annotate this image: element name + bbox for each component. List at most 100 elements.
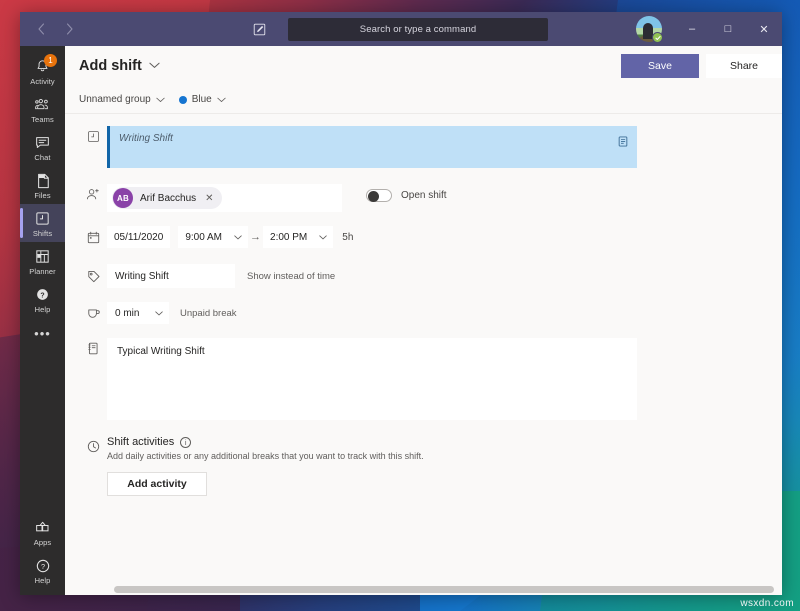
page-title: Add shift bbox=[79, 58, 142, 74]
assignee-input[interactable]: AB Arif Bacchus ✕ bbox=[107, 184, 342, 212]
row-spacer bbox=[65, 420, 782, 436]
minimize-button[interactable]: – bbox=[674, 12, 710, 46]
svg-text:?: ? bbox=[40, 292, 44, 299]
open-shift-toggle[interactable] bbox=[366, 189, 392, 202]
teams-icon bbox=[35, 96, 51, 113]
avatar: AB bbox=[113, 188, 133, 208]
open-shift-label: Open shift bbox=[401, 190, 447, 201]
clock-icon bbox=[79, 436, 107, 453]
scrollbar-thumb[interactable] bbox=[114, 586, 774, 593]
shift-form: Writing Shift bbox=[65, 114, 782, 595]
sidebar-item-label: Help bbox=[35, 305, 51, 314]
add-person-icon bbox=[79, 184, 107, 201]
sidebar-item-chat[interactable]: Chat bbox=[20, 128, 65, 166]
sidebar-item-label: Chat bbox=[34, 153, 50, 162]
shift-title-placeholder: Writing Shift bbox=[119, 133, 173, 144]
assignee-chip[interactable]: AB Arif Bacchus ✕ bbox=[112, 187, 222, 209]
window-body: 1 Activity Teams bbox=[20, 46, 782, 595]
shifts-clock-icon bbox=[79, 126, 107, 143]
share-button[interactable]: Share bbox=[706, 54, 782, 78]
sidebar-item-activity[interactable]: 1 Activity bbox=[20, 52, 65, 90]
sidebar-item-files[interactable]: Files bbox=[20, 166, 65, 204]
more-apps-button[interactable]: ••• bbox=[34, 318, 51, 341]
horizontal-scrollbar[interactable] bbox=[110, 583, 782, 595]
start-time-value: 9:00 AM bbox=[185, 232, 222, 243]
nav-arrows bbox=[28, 16, 82, 42]
color-selector[interactable]: Blue bbox=[179, 94, 226, 105]
sidebar-item-shifts[interactable]: Shifts bbox=[20, 204, 65, 242]
shift-title-input[interactable]: Writing Shift bbox=[107, 126, 637, 168]
presence-badge bbox=[652, 32, 663, 43]
chevron-down-icon[interactable] bbox=[149, 61, 160, 71]
color-swatch-icon bbox=[179, 96, 187, 104]
shift-label-row: Writing Shift Show instead of time bbox=[65, 264, 782, 288]
time-range-arrow: → bbox=[248, 231, 263, 243]
notes-row: Typical Writing Shift bbox=[65, 338, 782, 420]
datetime-row: 05/11/2020 9:00 AM → 2:00 PM bbox=[65, 226, 782, 248]
shift-activities-row: Shift activities i Add daily activities … bbox=[65, 436, 782, 496]
date-input[interactable]: 05/11/2020 bbox=[107, 226, 170, 248]
row-spacer bbox=[65, 168, 782, 184]
sidebar-item-label: Files bbox=[34, 191, 50, 200]
back-button[interactable] bbox=[28, 16, 54, 42]
shift-activities-description: Add daily activities or any additional b… bbox=[107, 451, 424, 461]
planner-icon bbox=[35, 248, 50, 265]
save-button[interactable]: Save bbox=[621, 54, 699, 78]
start-time-select[interactable]: 9:00 AM bbox=[178, 226, 248, 248]
row-spacer bbox=[65, 324, 782, 338]
chevron-down-icon bbox=[319, 233, 327, 242]
compose-button[interactable] bbox=[248, 18, 270, 40]
compose-icon bbox=[253, 23, 266, 36]
sidebar-item-help-bottom[interactable]: ? Help bbox=[20, 551, 65, 589]
shift-activities-title: Shift activities i bbox=[107, 436, 424, 448]
sidebar-item-label: Teams bbox=[31, 115, 54, 124]
tag-icon bbox=[79, 270, 107, 283]
sidebar-item-apps[interactable]: Apps bbox=[20, 513, 65, 551]
color-label: Blue bbox=[192, 94, 212, 105]
check-icon bbox=[655, 35, 661, 41]
assignees-row: AB Arif Bacchus ✕ Open shift bbox=[65, 184, 782, 212]
search-placeholder: Search or type a command bbox=[360, 24, 476, 35]
calendar-icon bbox=[79, 231, 107, 244]
close-button[interactable]: ✕ bbox=[746, 12, 782, 46]
end-time-select[interactable]: 2:00 PM bbox=[263, 226, 333, 248]
sidebar-item-planner[interactable]: Planner bbox=[20, 242, 65, 280]
subheader: Unnamed group Blue bbox=[65, 86, 782, 114]
shift-title-row: Writing Shift bbox=[65, 126, 782, 168]
sidebar-item-teams[interactable]: Teams bbox=[20, 90, 65, 128]
label-hint: Show instead of time bbox=[247, 271, 335, 282]
group-label: Unnamed group bbox=[79, 94, 151, 105]
note-icon[interactable] bbox=[618, 134, 628, 152]
help-circle-icon: ? bbox=[36, 557, 50, 574]
cup-icon bbox=[79, 307, 107, 319]
forward-button[interactable] bbox=[56, 16, 82, 42]
toggle-knob bbox=[368, 191, 379, 202]
avatar[interactable] bbox=[636, 16, 662, 42]
sidebar-item-label: Help bbox=[35, 576, 51, 585]
window-titlebar: Search or type a command – □ ✕ bbox=[20, 12, 782, 46]
teams-window: Search or type a command – □ ✕ bbox=[20, 12, 782, 595]
add-activity-button[interactable]: Add activity bbox=[107, 472, 207, 496]
break-row: 0 min Unpaid break bbox=[65, 302, 782, 324]
chevron-down-icon bbox=[217, 97, 226, 103]
maximize-button[interactable]: □ bbox=[710, 12, 746, 46]
notes-icon bbox=[79, 338, 107, 355]
break-duration-select[interactable]: 0 min bbox=[107, 302, 169, 324]
shift-label-input[interactable]: Writing Shift bbox=[107, 264, 235, 288]
sidebar-item-label: Apps bbox=[34, 538, 52, 547]
search-input[interactable]: Search or type a command bbox=[288, 18, 548, 41]
notes-textarea[interactable]: Typical Writing Shift bbox=[107, 338, 637, 420]
sidebar-item-label: Activity bbox=[30, 77, 55, 86]
group-selector[interactable]: Unnamed group bbox=[79, 94, 165, 105]
row-spacer bbox=[65, 288, 782, 302]
sidebar-item-help[interactable]: ? Help bbox=[20, 280, 65, 318]
header-actions: Save Share bbox=[621, 46, 782, 86]
shift-activities-label: Shift activities bbox=[107, 436, 174, 448]
watermark: wsxdn.com bbox=[740, 598, 794, 609]
close-icon[interactable]: ✕ bbox=[205, 193, 213, 204]
help-circle-icon: ? bbox=[36, 286, 49, 303]
info-icon[interactable]: i bbox=[180, 437, 191, 448]
sidebar-item-label: Shifts bbox=[33, 229, 52, 238]
titlebar-right-controls: – □ ✕ bbox=[636, 12, 782, 46]
app-rail: 1 Activity Teams bbox=[20, 46, 65, 595]
